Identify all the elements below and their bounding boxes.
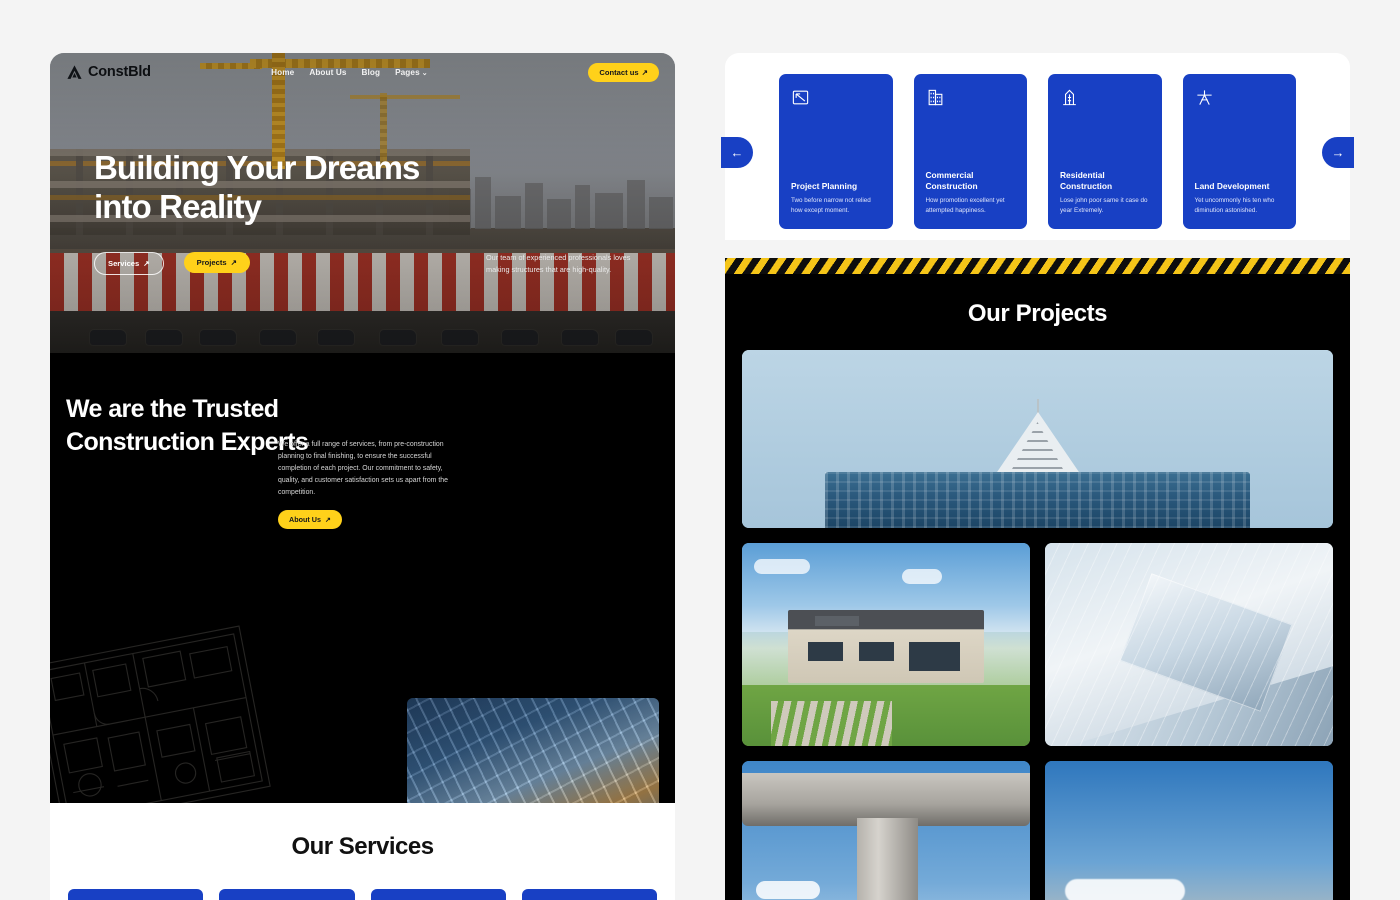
nav-link-home[interactable]: Home xyxy=(271,68,294,77)
service-card-project-planning[interactable] xyxy=(68,889,204,900)
residential-tower-icon xyxy=(1060,88,1079,107)
hero-title-line1: Building Your Dreams xyxy=(94,149,420,186)
service-card-land-development[interactable] xyxy=(521,889,657,900)
hero-title-line2: into Reality xyxy=(94,187,262,225)
hero-section: ConstBld Home About Us Blog Pages Contac… xyxy=(50,53,675,353)
nav-links: Home About Us Blog Pages xyxy=(231,68,428,77)
triangle-a-mark-icon xyxy=(66,64,83,81)
left-page-preview: ConstBld Home About Us Blog Pages Contac… xyxy=(50,53,675,900)
arrow-right-icon: → xyxy=(1331,145,1345,160)
house-walkway xyxy=(770,701,892,746)
projects-grid-row-2 xyxy=(742,761,1333,900)
nav-link-pages[interactable]: Pages xyxy=(395,68,428,77)
hero-services-label: Services xyxy=(108,259,140,269)
carousel-card-residential-construction[interactable]: Residential Construction Lose john poor … xyxy=(1048,74,1162,229)
carousel-card-land-development[interactable]: Land Development Yet uncommonly his ten … xyxy=(1182,74,1296,229)
hero-projects-label: Projects xyxy=(196,258,227,268)
arrow-up-right-icon: ↗ xyxy=(641,67,648,77)
about-us-label: About Us xyxy=(289,515,321,525)
house-structure xyxy=(788,609,984,684)
carousel-prev-button[interactable]: ← xyxy=(721,137,753,168)
trusted-section: We are the Trusted Construction Experts … xyxy=(50,353,675,803)
trusted-title-line2: Construction Experts xyxy=(66,428,309,457)
services-card-row-left xyxy=(50,861,675,900)
service-card-commercial-construction[interactable] xyxy=(219,889,355,900)
hero-actions-row: Services ↗ Projects ↗ Our team of experi… xyxy=(94,252,631,276)
cloud xyxy=(902,569,942,584)
modern-two-story-house-photo[interactable] xyxy=(742,543,1030,746)
carousel-card-title: Commercial Construction xyxy=(925,169,978,192)
contact-us-button[interactable]: Contact us ↗ xyxy=(588,62,659,82)
carousel-card-desc: How promotion excellent yet attempted ha… xyxy=(925,197,1005,214)
carousel-card-title: Land Development xyxy=(1194,181,1270,192)
carousel-card-desc: Lose john poor same it case do year Extr… xyxy=(1060,197,1148,214)
about-us-button[interactable]: About Us ↗ xyxy=(278,510,342,530)
hazard-stripe-divider xyxy=(725,258,1350,274)
trusted-body: We offer a full range of services, from … xyxy=(278,439,456,530)
carousel-card-desc: Two before narrow not relied how except … xyxy=(791,197,871,214)
cloud xyxy=(1065,879,1185,900)
hero-services-button[interactable]: Services ↗ xyxy=(94,252,164,276)
arrow-up-right-icon: ↗ xyxy=(324,515,331,525)
carousel-next-button[interactable]: → xyxy=(1322,137,1354,168)
hero-projects-button[interactable]: Projects ↗ xyxy=(183,252,250,274)
tower-spire xyxy=(1036,399,1039,413)
glass-mullion-grid xyxy=(1045,543,1333,746)
hero-note-text: Our team of experienced professionals lo… xyxy=(486,253,631,275)
glass-skyscraper-photo xyxy=(407,698,659,803)
arrow-up-right-icon: ↗ xyxy=(230,258,237,268)
trusted-title-line1: We are the Trusted xyxy=(66,395,279,423)
brand-name: ConstBld xyxy=(88,64,151,80)
brand-logo[interactable]: ConstBld xyxy=(66,64,151,81)
right-page-preview-services: Project Planning Two before narrow not r… xyxy=(725,53,1350,240)
services-carousel-row: Project Planning Two before narrow not r… xyxy=(725,53,1350,229)
cloud xyxy=(754,559,810,574)
arrow-left-icon: ← xyxy=(730,145,744,160)
service-card-residential-construction[interactable] xyxy=(370,889,506,900)
carousel-card-desc: Yet uncommonly his ten who diminution as… xyxy=(1194,197,1275,214)
sky-with-clouds-photo[interactable] xyxy=(1045,761,1333,900)
hero-title: Building Your Dreams into Reality xyxy=(94,149,631,226)
carousel-card-title: Residential Construction xyxy=(1060,169,1113,192)
page-canvas: ConstBld Home About Us Blog Pages Contac… xyxy=(0,0,1400,900)
services-section-left: Our Services xyxy=(50,803,675,900)
hero-content: Building Your Dreams into Reality Servic… xyxy=(50,149,675,276)
carousel-card-project-planning[interactable]: Project Planning Two before narrow not r… xyxy=(779,74,893,229)
nav-link-blog[interactable]: Blog xyxy=(362,68,381,77)
top-navigation-bar: ConstBld Home About Us Blog Pages Contac… xyxy=(50,53,675,91)
concrete-highway-overpass-photo[interactable] xyxy=(742,761,1030,900)
geometric-glass-building-photo[interactable] xyxy=(1045,543,1333,746)
blueprint-icon xyxy=(791,88,810,107)
services-section-title: Our Services xyxy=(291,833,434,860)
tower-glass-base xyxy=(824,472,1251,528)
projects-title: Our Projects xyxy=(967,300,1108,327)
cloud xyxy=(756,881,820,899)
contact-us-label: Contact us xyxy=(599,67,639,77)
arrow-up-right-icon: ↗ xyxy=(143,259,150,269)
projects-grid-row-1 xyxy=(742,543,1333,746)
pyramid-top-glass-tower-photo[interactable] xyxy=(742,350,1333,528)
commercial-building-icon xyxy=(926,88,945,107)
projects-section: Our Projects xyxy=(725,274,1350,900)
carousel-card-title: Project Planning xyxy=(791,181,858,192)
trusted-paragraph: We offer a full range of services, from … xyxy=(278,441,448,496)
blueprint-floorplan-icon xyxy=(50,609,282,803)
land-survey-icon xyxy=(1195,88,1214,107)
nav-link-about[interactable]: About Us xyxy=(309,68,346,77)
carousel-card-commercial-construction[interactable]: Commercial Construction How promotion ex… xyxy=(913,74,1027,229)
bridge-pier xyxy=(857,817,918,900)
